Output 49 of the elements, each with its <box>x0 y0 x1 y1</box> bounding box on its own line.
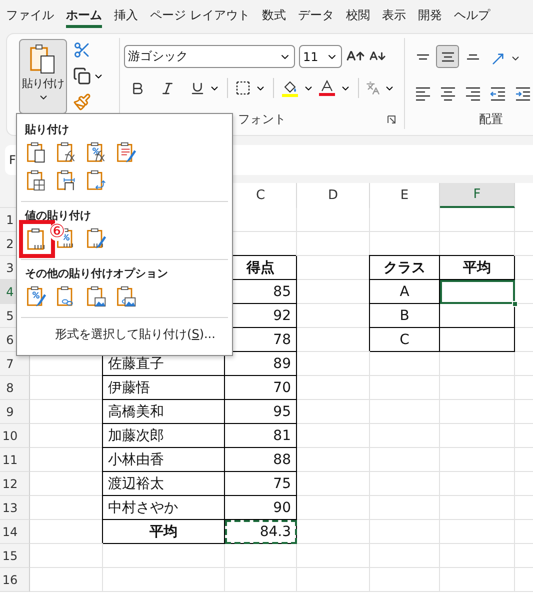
step-number: ⑥ <box>49 223 66 241</box>
paste-button[interactable]: 貼り付け <box>19 39 67 114</box>
table-cell: 90 <box>225 496 297 520</box>
table-cell: 84.3 <box>225 520 297 544</box>
table-cell: 95 <box>225 400 297 424</box>
font-size-field[interactable]: 11 <box>299 45 342 68</box>
row-header[interactable]: 13 <box>0 496 30 520</box>
table-cell: 高橋美和 <box>103 400 225 424</box>
column-header[interactable]: D <box>297 183 370 208</box>
row-header[interactable]: 8 <box>0 376 30 400</box>
ribbon-tab[interactable]: 開発 <box>418 4 442 28</box>
table-cell: 加藤次郎 <box>103 424 225 448</box>
ribbon-tab[interactable]: 校閲 <box>346 4 370 28</box>
table-cell: 81 <box>225 424 297 448</box>
table-cell: 中村さやか <box>103 496 225 520</box>
table-cell: クラス <box>370 256 440 280</box>
ribbon-tab[interactable]: ファイル <box>6 4 54 28</box>
row-header[interactable]: 7 <box>0 352 30 376</box>
group-label: 配置 <box>479 110 503 128</box>
column-header[interactable]: F <box>440 183 515 208</box>
table-cell: 88 <box>225 448 297 472</box>
table-cell: 平均 <box>103 520 225 544</box>
table-cell: B <box>370 304 440 328</box>
table-cell: C <box>370 328 440 352</box>
table-cell: 75 <box>225 472 297 496</box>
table-cell: A <box>370 280 440 304</box>
table-cell: 小林由香 <box>103 448 225 472</box>
ribbon-tab[interactable]: 挿入 <box>114 4 138 28</box>
row-header[interactable]: 12 <box>0 472 30 496</box>
row-header[interactable]: 11 <box>0 448 30 472</box>
group-label: フォント <box>238 110 286 128</box>
font-name-field[interactable]: 游ゴシック <box>124 45 295 68</box>
row-header[interactable]: 10 <box>0 424 30 448</box>
table-cell: 70 <box>225 376 297 400</box>
row-header[interactable]: 16 <box>0 568 30 592</box>
table-cell: 伊藤悟 <box>103 376 225 400</box>
table-cell: 平均 <box>440 256 515 280</box>
row-header[interactable]: 14 <box>0 520 30 544</box>
table-cell: 渡辺裕太 <box>103 472 225 496</box>
column-header[interactable]: E <box>370 183 440 208</box>
row-header[interactable]: 9 <box>0 400 30 424</box>
row-header[interactable]: 15 <box>0 544 30 568</box>
section-title: 貼り付け <box>24 122 70 138</box>
ribbon-tab[interactable]: ヘルプ <box>454 4 490 28</box>
ribbon-tab[interactable]: 数式 <box>262 4 286 28</box>
ribbon-tab[interactable]: データ <box>298 4 334 28</box>
ribbon-tab[interactable]: 表示 <box>382 4 406 28</box>
ribbon-tab[interactable]: ホーム <box>66 4 102 28</box>
ribbon-tab[interactable]: ページ レイアウト <box>150 4 250 28</box>
